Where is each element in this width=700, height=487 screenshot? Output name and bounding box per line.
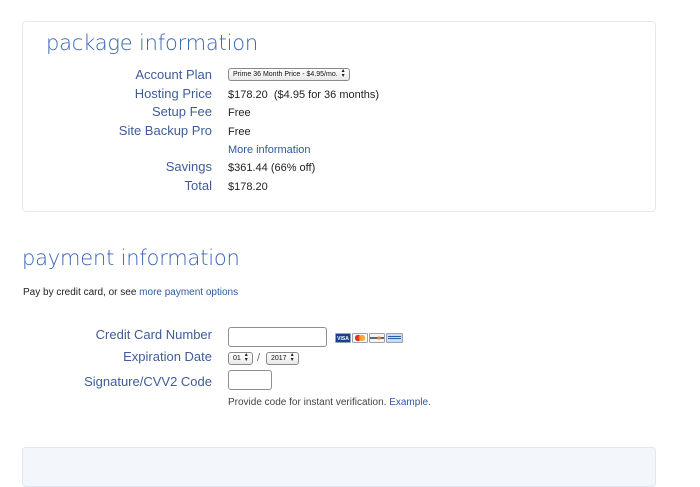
credit-card-number-label: Credit Card Number (95, 327, 212, 342)
site-backup-pro-label: Site Backup Pro (118, 123, 212, 138)
savings-label: Savings (165, 159, 212, 174)
expiration-date-label: Expiration Date (123, 349, 212, 364)
hosting-price-label: Hosting Price (134, 86, 212, 101)
account-plan-select[interactable]: Prime 36 Month Price - $4.95/mo. ▴ ▾ (228, 68, 350, 81)
select-arrows-icon: ▴ ▾ (244, 352, 248, 363)
more-payment-options-link[interactable]: more payment options (139, 287, 238, 298)
cvv-code-label: Signature/CVV2 Code (84, 374, 212, 389)
payment-intro: Pay by credit card, or see more payment … (23, 285, 238, 301)
hosting-price-note: ($4.95 for 36 months) (273, 89, 380, 101)
select-arrows-icon: ▴ ▾ (290, 352, 294, 363)
expiration-year-value: 2017 (271, 355, 287, 362)
package-information-title: package information (46, 31, 259, 55)
cvv-help: Provide code for instant verification. E… (228, 395, 431, 411)
expiration-month-value: 01 (233, 355, 241, 362)
payment-intro-text: Pay by credit card, or see (23, 287, 137, 298)
hosting-price-value: $178.20 ($4.95 for 36 months) (228, 87, 379, 103)
more-information-link[interactable]: More information (228, 142, 311, 158)
expiration-month-select[interactable]: 01 ▴ ▾ (228, 352, 253, 365)
setup-fee-value: Free (228, 107, 251, 119)
visa-logo-icon: VISA (335, 333, 351, 343)
cvv-example-link[interactable]: Example. (389, 397, 431, 408)
hosting-price-amount: $178.20 (228, 89, 268, 101)
cvv-code-input[interactable] (228, 370, 272, 390)
site-backup-pro-value: Free (228, 126, 251, 138)
account-plan-selected-value: Prime 36 Month Price - $4.95/mo. (233, 71, 338, 78)
cvv-help-text: Provide code for instant verification. (228, 397, 387, 408)
select-arrows-icon: ▴ ▾ (341, 68, 345, 79)
amex-logo-icon (386, 333, 403, 343)
mastercard-logo-icon (352, 333, 368, 343)
total-value: $178.20 (228, 181, 268, 193)
discover-logo-icon (369, 333, 385, 343)
setup-fee-label: Setup Fee (152, 104, 212, 119)
account-plan-label: Account Plan (135, 67, 212, 82)
total-label: Total (184, 178, 212, 193)
payment-information-title: payment information (22, 246, 240, 270)
expiration-separator: / (257, 352, 261, 364)
next-section-panel (22, 447, 656, 487)
expiration-year-select[interactable]: 2017 ▴ ▾ (266, 352, 299, 365)
credit-card-number-input[interactable] (228, 327, 327, 347)
savings-value: $361.44 (66% off) (228, 162, 316, 174)
